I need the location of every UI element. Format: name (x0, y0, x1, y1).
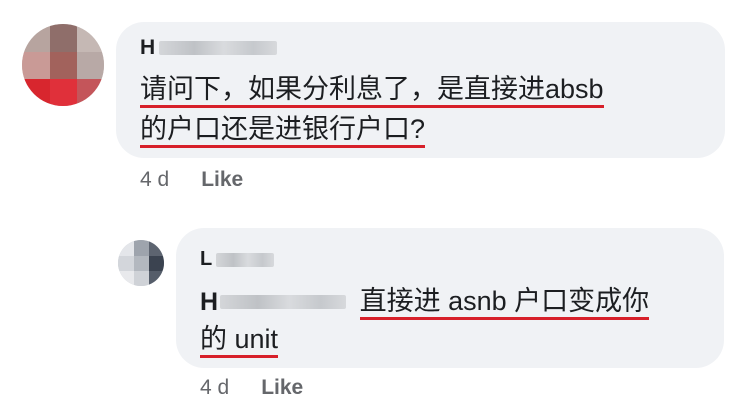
reply-timestamp[interactable]: 4 d (200, 376, 229, 400)
avatar[interactable] (22, 24, 104, 106)
reply-bubble: L H 直接进 asnb 户口变成你 的 unit (176, 228, 724, 368)
author-initial: L (200, 248, 213, 270)
mention-name-redacted (220, 295, 347, 309)
author-name-redacted (159, 41, 278, 55)
reply-text-line: 的 unit (200, 322, 279, 358)
comment-author[interactable]: H (140, 36, 278, 60)
like-button[interactable]: Like (261, 376, 303, 400)
comment-meta: 4 d Like (140, 168, 243, 192)
comment-text-line: 请问下，如果分利息了，是直接进absb (140, 72, 604, 108)
comment-timestamp[interactable]: 4 d (140, 168, 169, 192)
mention-tag[interactable]: H (200, 285, 347, 319)
reply-meta: 4 d Like (200, 376, 303, 400)
reply-author[interactable]: L (200, 248, 275, 271)
avatar[interactable] (118, 240, 164, 286)
comment-text-line: 的户口还是进银行户口? (140, 112, 426, 148)
comment-bubble: H 请问下，如果分利息了，是直接进absb 的户口还是进银行户口? (116, 22, 725, 158)
author-name-redacted (216, 252, 275, 267)
like-button[interactable]: Like (201, 168, 243, 192)
reply-text-line: H 直接进 asnb 户口变成你 (200, 284, 650, 320)
author-initial: H (140, 36, 156, 59)
